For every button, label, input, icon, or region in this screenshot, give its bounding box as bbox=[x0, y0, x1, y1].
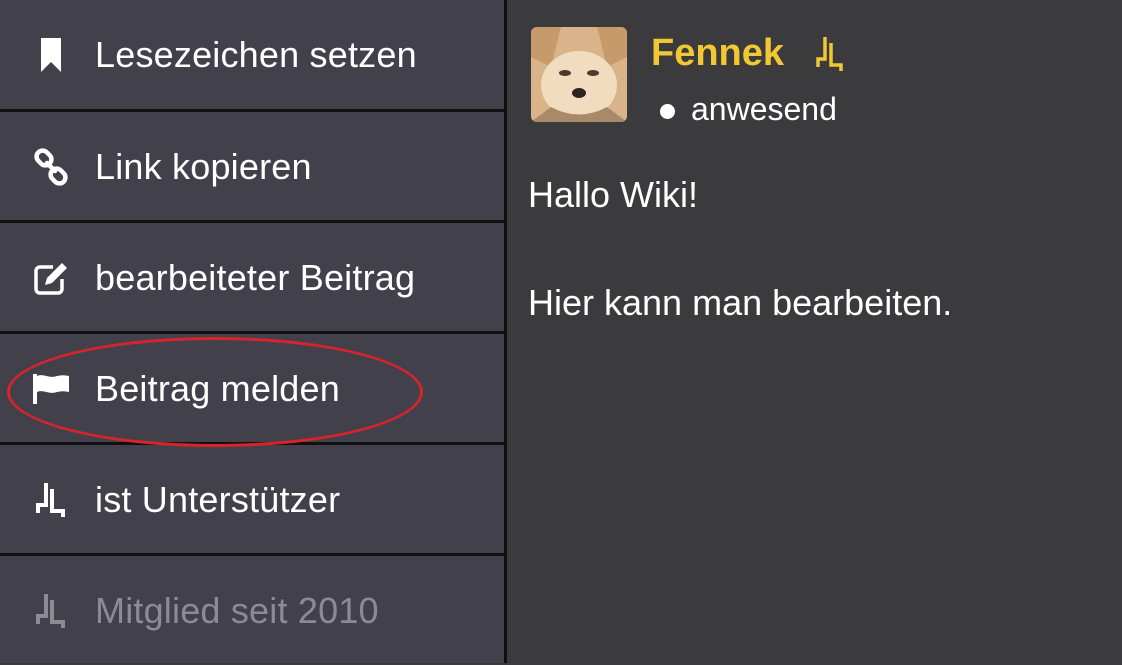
menu-item-member-since: Mitglied seit 2010 bbox=[0, 556, 504, 665]
menu-item-label: Mitglied seit 2010 bbox=[95, 589, 379, 631]
avatar[interactable] bbox=[531, 27, 627, 122]
menu-item-label: bearbeiteter Beitrag bbox=[95, 256, 416, 298]
supporter-icon bbox=[31, 591, 71, 631]
edit-icon bbox=[31, 258, 71, 298]
menu-item-edited-post[interactable]: bearbeiteter Beitrag bbox=[0, 223, 504, 332]
menu-item-copy-link[interactable]: Link kopieren bbox=[0, 112, 504, 221]
online-status-dot bbox=[660, 104, 675, 119]
menu-item-label: Beitrag melden bbox=[95, 367, 340, 409]
author-status: anwesend bbox=[691, 91, 837, 127]
fennec-fox-avatar bbox=[531, 27, 627, 122]
post-actions-menu: Lesezeichen setzen Link kopieren bearbei… bbox=[0, 0, 504, 663]
bookmark-icon bbox=[31, 35, 71, 75]
link-icon bbox=[31, 147, 71, 187]
menu-item-supporter[interactable]: ist Unterstützer bbox=[0, 445, 504, 554]
post-context-view: Lesezeichen setzen Link kopieren bearbei… bbox=[0, 0, 1122, 663]
supporter-icon bbox=[31, 480, 71, 520]
post: Fennek anwesend Hallo Wiki! Hier kann ma… bbox=[507, 0, 1122, 663]
post-content-line: Hier kann man bearbeiten. bbox=[528, 282, 953, 323]
flag-icon bbox=[31, 369, 71, 409]
menu-item-label: ist Unterstützer bbox=[95, 478, 341, 520]
menu-item-bookmark[interactable]: Lesezeichen setzen bbox=[0, 0, 504, 109]
menu-item-report-post[interactable]: Beitrag melden bbox=[0, 334, 504, 443]
menu-item-label: Lesezeichen setzen bbox=[95, 33, 417, 75]
supporter-icon bbox=[815, 34, 845, 74]
post-content-line: Hallo Wiki! bbox=[528, 174, 699, 215]
author-name[interactable]: Fennek bbox=[651, 32, 784, 75]
menu-item-label: Link kopieren bbox=[95, 145, 312, 187]
